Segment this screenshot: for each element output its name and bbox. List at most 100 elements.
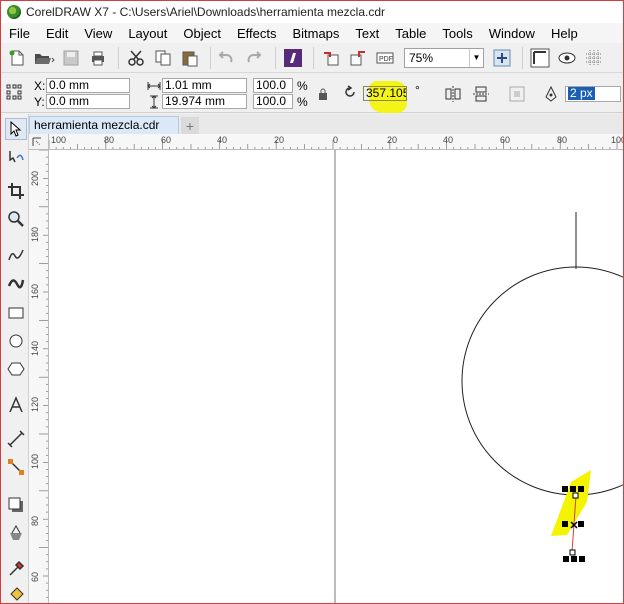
toolbar-separator xyxy=(118,46,119,69)
shape-node-icon xyxy=(9,151,24,163)
scale-height-unit: % xyxy=(297,95,308,109)
pdf-icon: PDF xyxy=(376,52,394,63)
export-button[interactable] xyxy=(346,46,370,70)
ruler-v-label: 200 xyxy=(30,170,40,186)
text-tool-button[interactable] xyxy=(5,394,27,416)
toolbar-separator xyxy=(522,46,523,69)
import-button[interactable] xyxy=(319,46,343,70)
full-screen-button[interactable] xyxy=(490,46,514,70)
add-tab-button[interactable]: + xyxy=(181,117,199,134)
object-height-input[interactable]: 19.974 mm xyxy=(162,94,247,109)
menu-view[interactable]: View xyxy=(76,26,120,41)
printer-icon xyxy=(92,51,104,65)
crop-tool-button[interactable] xyxy=(5,180,27,202)
vertical-ruler-ticks xyxy=(39,150,48,598)
outline-width-value: 2 px xyxy=(568,86,595,100)
menu-bitmaps[interactable]: Bitmaps xyxy=(284,26,347,41)
ruler-h-label: 20 xyxy=(274,135,285,145)
lock-ratio-icon[interactable] xyxy=(314,85,332,103)
rotation-angle-input[interactable]: 357.105 xyxy=(363,86,407,101)
freehand-tool-button[interactable] xyxy=(5,244,27,266)
ruler-v-label: 100 xyxy=(30,453,40,469)
grid-icon xyxy=(586,49,602,66)
mirror-horizontal-icon[interactable] xyxy=(444,85,462,103)
menu-tools[interactable]: Tools xyxy=(434,26,480,41)
ruler-v-label: 120 xyxy=(30,396,40,412)
wrap-text-icon[interactable] xyxy=(508,85,526,103)
redo-icon xyxy=(247,50,262,62)
interactive-fill-tool-button[interactable] xyxy=(5,584,27,603)
x-position-label: X: xyxy=(34,79,46,93)
print-button[interactable] xyxy=(86,46,110,70)
menu-text[interactable]: Text xyxy=(347,26,387,41)
artistic-media-tool-button[interactable] xyxy=(5,272,27,294)
open-button[interactable] xyxy=(32,46,56,70)
zoom-tool-button[interactable] xyxy=(5,208,27,230)
menu-file[interactable]: File xyxy=(1,26,38,41)
freehand-curve-icon xyxy=(8,249,24,261)
ruler-h-label: 0 xyxy=(333,135,339,145)
parallel-dimension-tool-button[interactable] xyxy=(5,428,27,450)
menu-help[interactable]: Help xyxy=(543,26,586,41)
undo-button[interactable] xyxy=(216,46,240,70)
ruler-origin-corner[interactable] xyxy=(29,134,49,150)
drop-shadow-tool-button[interactable] xyxy=(5,494,27,516)
y-position-input[interactable]: 0.0 mm xyxy=(46,94,130,109)
drawing-surface xyxy=(334,150,624,603)
artistic-media-icon xyxy=(7,279,25,289)
vertical-ruler[interactable]: 200 180 160 140 120 100 80 60 xyxy=(29,150,49,603)
connector-tool-button[interactable] xyxy=(5,456,27,478)
transparency-tool-button[interactable] xyxy=(5,522,27,544)
save-button[interactable] xyxy=(59,46,83,70)
menu-table[interactable]: Table xyxy=(387,26,434,41)
menu-effects[interactable]: Effects xyxy=(229,26,285,41)
publish-pdf-button[interactable]: PDF xyxy=(373,46,397,70)
outline-width-input[interactable]: 2 px xyxy=(565,86,621,102)
polygon-tool-button[interactable] xyxy=(5,358,27,380)
title-bar: CorelDRAW X7 - C:\Users\Ariel\Downloads\… xyxy=(1,1,623,23)
pick-tool-button[interactable] xyxy=(5,118,27,140)
tab-herramienta-mezcla[interactable]: herramienta mezcla.cdr xyxy=(29,116,179,134)
menu-layout[interactable]: Layout xyxy=(120,26,175,41)
drawing-canvas[interactable] xyxy=(49,150,624,603)
connector-icon xyxy=(8,459,24,475)
show-grid-button[interactable] xyxy=(555,46,579,70)
paste-button[interactable] xyxy=(178,46,202,70)
chevron-down-icon[interactable]: ▼ xyxy=(469,48,483,67)
ruler-v-label: 60 xyxy=(30,571,40,582)
object-width-input[interactable]: 1.01 mm xyxy=(162,78,247,93)
drop-shadow-icon xyxy=(8,497,23,512)
new-document-icon xyxy=(9,50,24,65)
copy-button[interactable] xyxy=(151,46,175,70)
new-document-button[interactable] xyxy=(5,46,29,70)
x-position-input[interactable]: 0.0 mm xyxy=(46,78,130,93)
horizontal-ruler[interactable]: 100 80 60 40 20 0 20 40 60 80 100 xyxy=(49,134,623,150)
reference-point-icon[interactable] xyxy=(5,83,23,101)
magnifier-icon xyxy=(8,211,24,227)
crop-icon xyxy=(8,183,24,199)
redo-button[interactable] xyxy=(243,46,267,70)
circle-object[interactable] xyxy=(461,266,624,496)
open-folder-icon xyxy=(35,53,55,64)
start-node-handle[interactable] xyxy=(572,492,579,499)
rectangle-tool-button[interactable] xyxy=(5,302,27,324)
eyedropper-tool-button[interactable] xyxy=(5,558,27,580)
toolbox xyxy=(1,114,29,603)
scale-height-input[interactable]: 100.0 xyxy=(253,94,293,109)
mirror-vertical-icon[interactable] xyxy=(472,85,490,103)
menu-object[interactable]: Object xyxy=(175,26,229,41)
zoom-level-select[interactable]: 75% ▼ xyxy=(404,47,484,68)
coreldraw-logo-icon xyxy=(7,5,21,19)
show-rulers-button[interactable] xyxy=(528,46,552,70)
scale-width-input[interactable]: 100.0 xyxy=(253,78,293,93)
end-node-handle[interactable] xyxy=(569,549,576,556)
fill-bucket-icon xyxy=(10,587,24,601)
cut-button[interactable] xyxy=(124,46,148,70)
snap-grid-button[interactable] xyxy=(582,46,606,70)
menu-edit[interactable]: Edit xyxy=(38,26,76,41)
ruler-h-label: 20 xyxy=(387,135,398,145)
search-content-button[interactable] xyxy=(281,46,305,70)
shape-tool-button[interactable] xyxy=(5,146,27,168)
menu-window[interactable]: Window xyxy=(481,26,543,41)
ellipse-tool-button[interactable] xyxy=(5,330,27,352)
